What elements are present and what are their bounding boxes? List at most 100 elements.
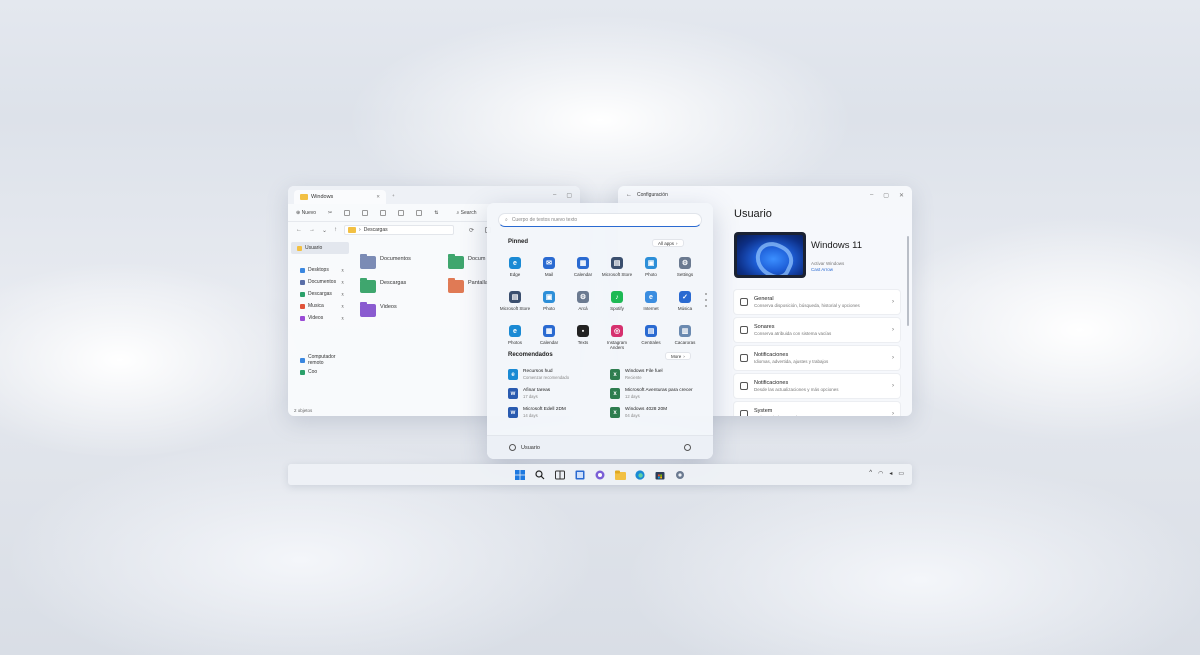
pinned-app[interactable]: ▣ Photo [634, 257, 668, 277]
refresh-icon[interactable]: ⟳ [469, 227, 474, 234]
maximize-icon[interactable]: ▢ [883, 192, 889, 199]
search-icon[interactable] [534, 469, 546, 481]
sidebar-item-label: Usuario [305, 245, 323, 251]
battery-icon[interactable]: ▭ [898, 470, 904, 477]
scrollbar[interactable] [907, 236, 909, 326]
avatar[interactable] [509, 444, 516, 451]
pinned-app[interactable]: ◎ Instagram Anders [600, 325, 634, 350]
recommended-item[interactable]: x Windows 4028 20M 04 days [610, 407, 710, 418]
close-icon[interactable]: ✕ [899, 192, 904, 199]
recommended-sub: 12 days [625, 394, 640, 399]
recommended-item[interactable]: e Recursos hud Comenzar recomendado [508, 369, 608, 380]
settings-card[interactable]: SystemActivar Windows Update › [734, 402, 900, 416]
all-apps-button[interactable]: All apps › [652, 239, 684, 247]
maximize-icon[interactable]: ▢ [566, 192, 572, 199]
pinned-app[interactable]: ▣ Photo [532, 291, 566, 311]
settings-icon[interactable] [674, 469, 686, 481]
app-icon: e [509, 257, 521, 269]
file-item[interactable]: Documentos [360, 254, 411, 269]
pinned-app[interactable]: e Photos [498, 325, 532, 345]
volume-icon[interactable]: ◂ [889, 470, 892, 477]
back-icon[interactable]: ← [296, 227, 302, 233]
file-item[interactable]: Videos [360, 302, 397, 317]
minimize-icon[interactable]: – [870, 192, 873, 199]
sidebar-item[interactable]: Desktops ⊼ [288, 264, 352, 276]
recommended-item[interactable]: x Windows File fuel Reciente [610, 369, 710, 380]
explorer-tab[interactable]: Windows ✕ [294, 190, 386, 204]
file-item[interactable]: Docum [448, 254, 485, 269]
settings-heading: Usuario [734, 208, 772, 220]
wifi-icon[interactable]: ◠ [878, 470, 883, 477]
new-button[interactable]: ⊕ Nuevo [296, 210, 316, 216]
chat-icon[interactable] [594, 469, 606, 481]
pinned-app[interactable]: e Edge [498, 257, 532, 277]
file-explorer-icon[interactable] [614, 469, 626, 481]
up-icon[interactable]: ↑ [334, 227, 337, 233]
sidebar-item[interactable]: Coo [288, 366, 352, 378]
folder-icon [348, 227, 357, 233]
sidebar-item[interactable]: Documentos ⊼ [288, 276, 352, 288]
back-icon[interactable]: ← [626, 192, 632, 198]
sidebar-item[interactable]: Usuario [291, 242, 349, 254]
page-dots[interactable] [705, 293, 707, 307]
sidebar-item[interactable]: Musica ⊼ [288, 300, 352, 312]
pinned-app[interactable]: ▤ Microsoft Store [498, 291, 532, 311]
settings-card-title: System [754, 408, 773, 414]
pinned-app[interactable]: ▤ Microsoft Store [600, 257, 634, 277]
user-name[interactable]: Usuario [521, 445, 540, 451]
app-icon: ◎ [611, 325, 623, 337]
file-type-icon: x [610, 369, 620, 380]
pinned-app[interactable]: ✉ Mail [532, 257, 566, 277]
pinned-app[interactable]: ▦ Calendar [532, 325, 566, 345]
copy-icon[interactable] [344, 209, 351, 216]
power-icon[interactable] [684, 444, 691, 451]
forward-icon[interactable]: → [309, 227, 315, 233]
sidebar-item[interactable]: Videos ⊼ [288, 312, 352, 324]
start-search-input[interactable]: ⌕ Cuerpo de textos nuevo texto [498, 213, 702, 227]
file-item[interactable]: Descargas [360, 278, 406, 293]
new-tab-icon[interactable]: + [392, 193, 395, 198]
windows-icon[interactable] [514, 469, 526, 481]
pin-icon: ⊼ [341, 279, 344, 285]
settings-card[interactable]: Notificaciones Desde las actualizaciones … [734, 374, 900, 398]
settings-card[interactable]: General Conserva disposición, búsqueda, h… [734, 290, 900, 314]
edge-icon[interactable] [634, 469, 646, 481]
pinned-app[interactable]: ♪ Spotify [600, 291, 634, 311]
sidebar-item[interactable]: Computador remoto [288, 354, 352, 366]
sidebar-item-icon [300, 291, 305, 297]
pinned-app[interactable]: ▦ Calendar [566, 257, 600, 277]
chevron-up-icon[interactable]: ^ [869, 470, 872, 477]
pinned-app[interactable]: ▤ Centrales [634, 325, 668, 345]
file-item[interactable]: Pantalla [448, 278, 488, 293]
search-box[interactable]: ⌕ Search [456, 210, 476, 216]
recommended-item[interactable]: w Microsoft Edell 2DM 14 days [508, 407, 608, 418]
widgets-icon[interactable] [554, 469, 566, 481]
share-icon[interactable] [398, 209, 405, 216]
sidebar-item[interactable]: Descargas ⊼ [288, 288, 352, 300]
paste-icon[interactable] [362, 209, 369, 216]
pinned-app[interactable]: ▪ Texts [566, 325, 600, 345]
more-button[interactable]: More › [665, 352, 691, 360]
store-icon[interactable] [654, 469, 666, 481]
minimize-icon[interactable]: – [553, 192, 556, 199]
close-tab-icon[interactable]: ✕ [376, 194, 380, 200]
recent-icon[interactable]: ⌄ [322, 227, 327, 234]
delete-icon[interactable] [416, 209, 423, 216]
os-link[interactable]: Cast Arrow [811, 267, 833, 272]
pinned-app[interactable]: ⚙ Arcá [566, 291, 600, 311]
app-label: Calendar [539, 340, 559, 345]
pinned-app[interactable]: ⚙ Settings [668, 257, 702, 277]
address-bar[interactable]: › Descargas [344, 225, 455, 235]
rename-icon[interactable] [380, 209, 387, 216]
settings-card[interactable]: Sonares Conserva atribuida con sistema va… [734, 318, 900, 342]
pinned-app[interactable]: e Internet [634, 291, 668, 311]
cut-icon[interactable]: ✂ [328, 210, 332, 216]
chevron-right-icon: › [892, 383, 894, 389]
recommended-item[interactable]: w Afinar tareas 17 days [508, 388, 608, 399]
task-view-icon[interactable] [574, 469, 586, 481]
recommended-item[interactable]: x Microsoft Aventuras para crecer 12 days [610, 388, 710, 399]
settings-card[interactable]: Notificaciones Idiomas, advertida, ajuste… [734, 346, 900, 370]
pinned-app[interactable]: ▥ Cacaroras [668, 325, 702, 345]
sort-button[interactable]: ⇅ [434, 210, 438, 216]
pinned-app[interactable]: ✓ Música [668, 291, 702, 311]
